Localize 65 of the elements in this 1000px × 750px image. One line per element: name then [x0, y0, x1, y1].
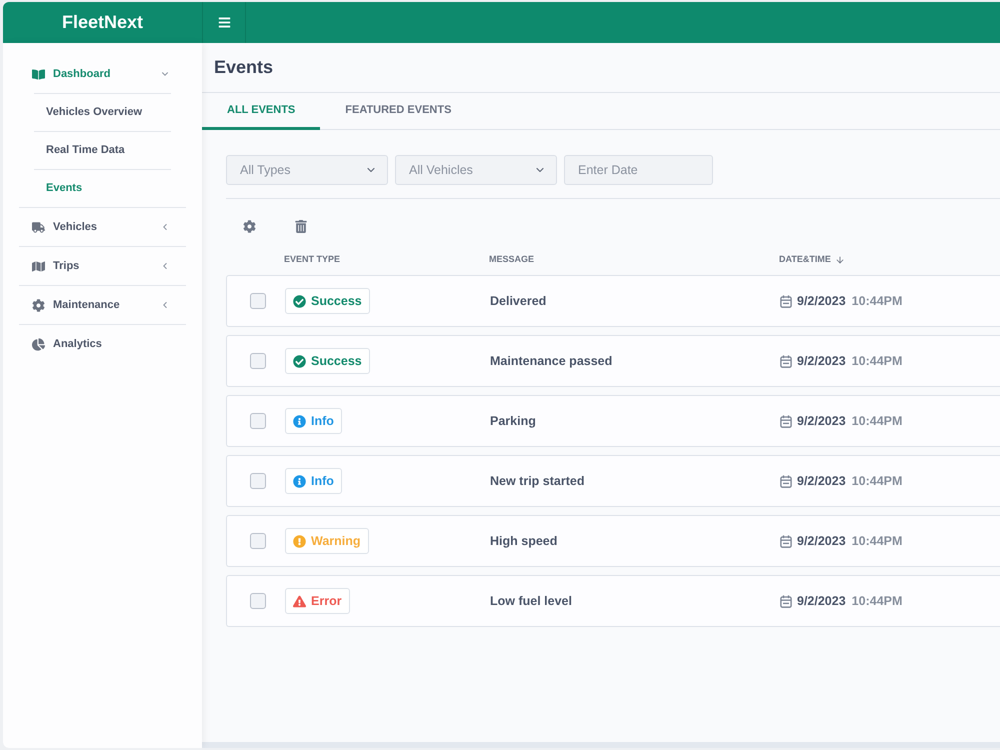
info-icon: [293, 474, 306, 488]
book-icon: [32, 68, 45, 80]
time-text: 10:44PM: [852, 292, 902, 310]
message-text: Parking: [490, 414, 536, 428]
calendar-icon: [780, 534, 792, 548]
row-checkbox[interactable]: [250, 533, 266, 549]
row-checkbox[interactable]: [250, 353, 266, 369]
status-label: Warning: [311, 532, 361, 550]
date-text: 9/2/2023: [797, 472, 846, 490]
tab[interactable]: ALL EVENTS: [202, 93, 320, 130]
calendar-icon: [780, 474, 792, 488]
row-checkbox[interactable]: [250, 593, 266, 609]
status-label: Error: [311, 592, 342, 610]
time-text: 10:44PM: [852, 352, 902, 370]
warning-icon: [293, 534, 306, 548]
date-text: 9/2/2023: [797, 592, 846, 610]
menu-icon: [218, 16, 230, 29]
message-text: Low fuel level: [490, 594, 572, 608]
date-text: 9/2/2023: [797, 412, 846, 430]
calendar-icon: [780, 354, 792, 368]
calendar-icon: [780, 594, 792, 608]
date-input[interactable]: Enter Date: [564, 155, 713, 185]
pie-chart-icon: [32, 338, 45, 350]
column-header: EVENT TYPE: [284, 253, 340, 266]
sidebar-subitem[interactable]: Real Time Data: [34, 132, 171, 169]
date-text: 9/2/2023: [797, 292, 846, 310]
sidebar-item[interactable]: Analytics: [19, 325, 186, 363]
status-label: Success: [311, 292, 362, 310]
message-text: New trip started: [490, 474, 584, 488]
sidebar-item[interactable]: Trips: [19, 247, 186, 285]
info-icon: [293, 414, 306, 428]
date-text: 9/2/2023: [797, 352, 846, 370]
time-text: 10:44PM: [852, 472, 902, 490]
message-text: Delivered: [490, 294, 546, 308]
gear-icon: [32, 298, 45, 312]
map-icon: [32, 260, 45, 272]
app-name: FleetNext: [62, 11, 144, 34]
tab[interactable]: FEATURED EVENTS: [320, 93, 476, 130]
sidebar-subitem[interactable]: Events: [34, 170, 171, 207]
status-label: Success: [311, 352, 362, 370]
calendar-icon: [780, 294, 792, 308]
sort-arrow-icon[interactable]: [834, 255, 845, 265]
row-checkbox[interactable]: [250, 293, 266, 309]
sidebar-item[interactable]: Dashboard: [19, 55, 186, 93]
message-text: High speed: [490, 534, 558, 548]
settings-icon[interactable]: [243, 220, 256, 233]
column-header: MESSAGE: [489, 253, 534, 266]
column-header: DATE&TIME: [779, 253, 831, 266]
warning-triangle-icon: [293, 594, 306, 608]
time-text: 10:44PM: [852, 412, 902, 430]
row-checkbox[interactable]: [250, 473, 266, 489]
message-text: Maintenance passed: [490, 354, 612, 368]
row-checkbox[interactable]: [250, 413, 266, 429]
status-label: Info: [311, 472, 334, 490]
time-text: 10:44PM: [852, 592, 902, 610]
page-title: Events: [214, 56, 274, 79]
sidebar-item[interactable]: Vehicles: [19, 208, 186, 246]
time-text: 10:44PM: [852, 532, 902, 550]
trash-icon[interactable]: [295, 220, 307, 233]
status-label: Info: [311, 412, 334, 430]
truck-icon: [32, 220, 45, 234]
date-text: 9/2/2023: [797, 532, 846, 550]
calendar-icon: [780, 414, 792, 428]
sidebar-subitem[interactable]: Vehicles Overview: [34, 94, 171, 131]
sidebar-item[interactable]: Maintenance: [19, 286, 186, 324]
